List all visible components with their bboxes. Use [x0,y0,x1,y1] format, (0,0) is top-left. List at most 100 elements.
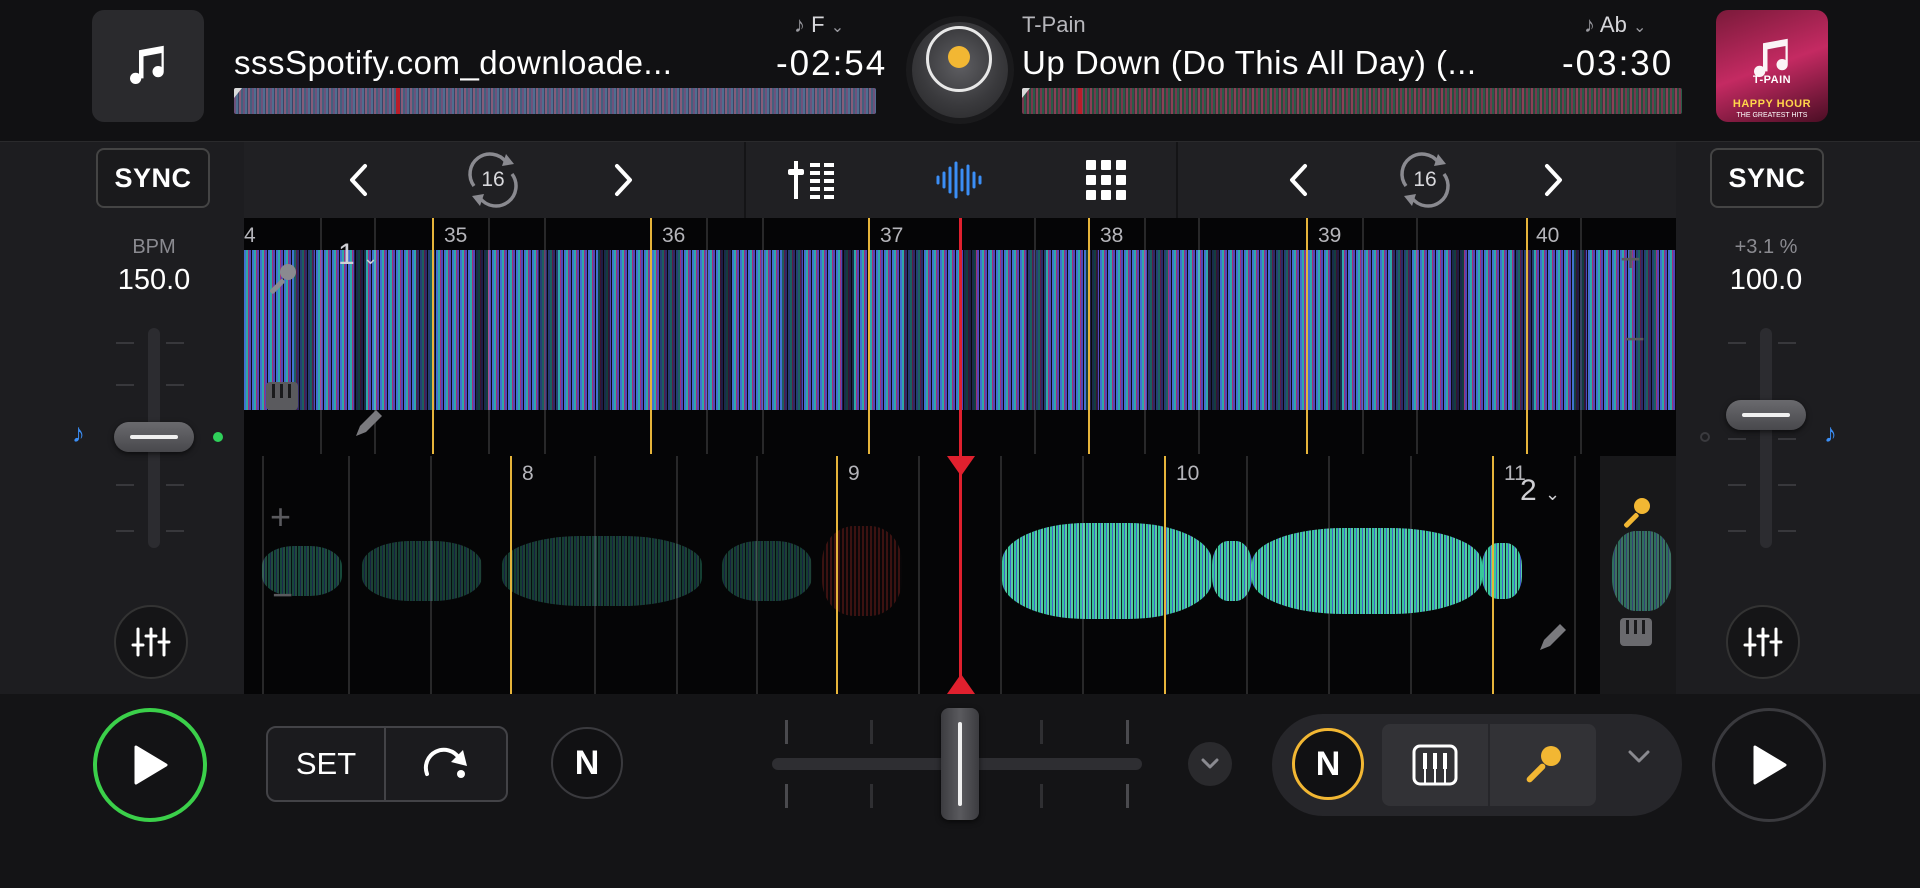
deck-a-next-button[interactable] [604,152,644,208]
deck-b-waveform-shape [262,516,1672,626]
neural-mix-icon: N [1315,744,1341,783]
deck-a-eq-button[interactable] [114,605,188,679]
waveform-view-button[interactable] [930,152,990,208]
beat-line [1580,218,1582,454]
deck-a-bpm-label: BPM [132,236,176,258]
waveform-display[interactable]: 4 35 36 37 38 39 40 1 ⌄ + − 8 9 10 11 2 … [244,218,1676,694]
deck-b-album-art[interactable]: T-PAIN HAPPY HOUR THE GREATEST HITS [1716,10,1828,122]
piano-icon[interactable] [1618,614,1654,650]
master-knob[interactable] [912,22,1008,118]
sync-indicator-dot [213,432,223,442]
deck-b-prev-button[interactable] [1278,152,1318,208]
knob-indicator [948,46,970,68]
deck-a-bpm-value[interactable]: 150.0 [74,264,234,297]
deck-b-number-value: 2 [1520,474,1537,507]
waveform-segment [502,536,702,606]
piano-icon[interactable] [264,378,300,414]
sliders-icon [131,627,171,657]
deck-b-key[interactable]: ♪ Ab ⌄ [1584,12,1646,38]
pitch-tick [1728,484,1746,486]
beat-line [320,218,322,454]
beat-line [676,456,678,694]
deck-b-play-button[interactable] [1712,708,1826,822]
waveform-segment [822,526,902,616]
crossfader-tick [870,720,873,744]
jump-icon [423,747,467,778]
pitch-tick [1778,342,1796,344]
music-note-icon [130,45,164,84]
deck-b-next-button[interactable] [1534,152,1574,208]
zoom-out-icon[interactable]: − [1624,318,1645,360]
deck-a-loop-button[interactable]: 16 [460,150,526,210]
music-note-icon[interactable]: ♪ [72,418,85,449]
deck-b-overview-waveform[interactable] [1022,88,1682,114]
deck-a-play-button[interactable] [93,708,207,822]
deck-a-overview-waveform[interactable] [234,88,876,114]
fx-expand-button[interactable] [1626,748,1652,771]
deck-a-time: -02:54 [776,44,888,83]
mixer-view-button[interactable] [784,152,840,208]
deck-a-number[interactable]: 1 ⌄ [338,238,378,272]
zoom-in-icon[interactable]: + [1620,238,1641,280]
playhead-bottom-marker [947,674,975,694]
deck-a-loop-beats: 16 [481,168,505,191]
deck-a-title[interactable]: sssSpotify.com_downloade... [234,44,694,82]
deck-a-prev-button[interactable] [338,152,378,208]
zoom-in-icon[interactable]: + [270,496,291,538]
deck-b-number[interactable]: 2 ⌄ [1520,474,1560,508]
pencil-icon[interactable] [352,406,386,440]
beat-line [594,456,596,694]
beat-line [1082,456,1084,694]
deck-a-pitch-handle[interactable] [114,422,194,452]
deck-b-pitch-fader[interactable] [1760,328,1772,548]
deck-b-tools-panel [1600,456,1676,694]
deck-a-bar-number: 37 [880,224,904,247]
deck-b-loop-button[interactable]: 16 [1392,150,1458,210]
piano-stem-button[interactable] [1382,724,1488,806]
deck-b-title[interactable]: Up Down (Do This All Day) (... [1022,44,1478,82]
beat-line [756,456,758,694]
deck-a-album-art[interactable] [92,10,204,122]
deck-b-neural-mix-button[interactable]: N [1292,728,1364,800]
deck-a-bar-number: 36 [662,224,686,247]
deck-b-eq-button[interactable] [1726,605,1800,679]
beat-line [1362,218,1364,454]
crossfader-tick [1126,720,1129,744]
microphone-icon[interactable] [264,262,300,298]
album-art-artist-text: T-PAIN [1752,74,1792,86]
jump-button[interactable] [386,728,506,800]
pencil-icon[interactable] [1536,620,1570,654]
pads-view-button[interactable] [1078,152,1134,208]
beat-line [1198,218,1200,454]
deck-b-pitch-handle[interactable] [1726,400,1806,430]
deck-a-key[interactable]: ♪ F ⌄ [794,12,844,38]
deck-a-neural-mix-button[interactable]: N [551,727,623,799]
zoom-out-icon[interactable]: − [272,574,293,616]
top-bar: sssSpotify.com_downloade... ♪ F ⌄ -02:54… [0,0,1920,142]
crossfader-tick [1040,784,1043,808]
crossfader-handle[interactable] [941,708,979,820]
microphone-icon[interactable] [1618,496,1654,532]
bar-line [1088,218,1090,454]
transport-bar: SET N N [0,694,1920,888]
pitch-tick [166,530,184,532]
album-art-title-text: HAPPY HOUR [1732,98,1812,110]
vocal-stem-button[interactable] [1490,724,1596,806]
pitch-tick [1728,342,1746,344]
deck-a-sync-button[interactable]: SYNC [96,148,210,208]
music-note-icon: ♪ [794,12,805,37]
set-cue-button[interactable]: SET [268,728,386,800]
bar-line [650,218,652,454]
deck-b-sync-button[interactable]: SYNC [1710,148,1824,208]
beat-line [1416,218,1418,454]
expand-button[interactable] [1188,742,1232,786]
beat-line [1328,456,1330,694]
pitch-tick [1728,438,1746,440]
music-note-icon[interactable]: ♪ [1824,418,1837,449]
chevron-left-icon [350,164,367,196]
play-icon [134,745,168,785]
deck-b-bpm-value[interactable]: 100.0 [1686,264,1846,297]
beat-line [348,456,350,694]
deck-a-position-marker [396,88,400,114]
deck-b-fx-group: N [1272,714,1682,816]
